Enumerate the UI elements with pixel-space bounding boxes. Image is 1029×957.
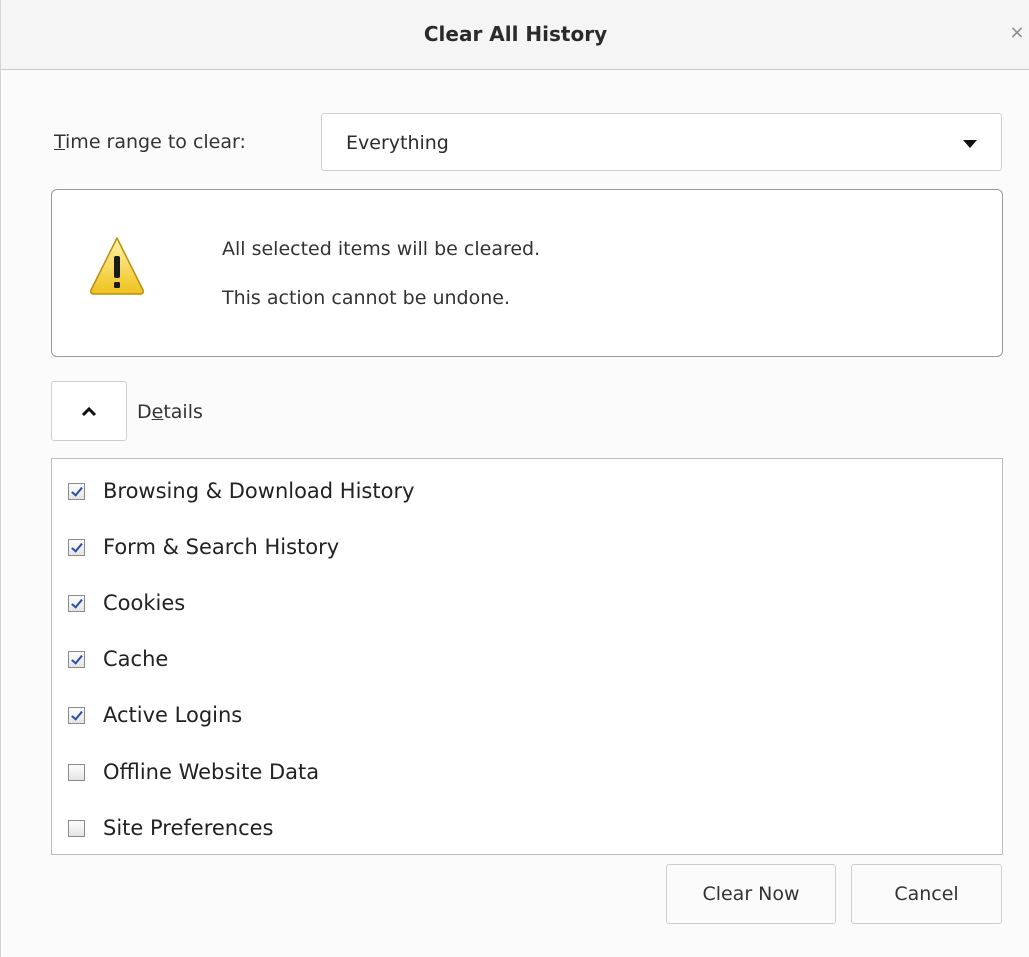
- checkbox-item-browsing-history[interactable]: Browsing & Download History: [68, 476, 415, 506]
- checkbox[interactable]: [68, 763, 85, 781]
- checkbox[interactable]: [68, 482, 85, 500]
- checkbox-label: Form & Search History: [103, 535, 340, 559]
- details-label-accel: e: [151, 401, 164, 423]
- checkbox-label: Active Logins: [103, 703, 243, 727]
- warning-message-line1: All selected items will be cleared.: [222, 238, 541, 260]
- time-range-label-accel: T: [54, 131, 66, 153]
- time-range-label-text: ime range to clear:: [65, 131, 246, 153]
- time-range-select[interactable]: Everything: [321, 113, 1002, 171]
- time-range-label: Time range to clear:: [54, 131, 246, 153]
- details-label-pre: D: [137, 401, 152, 423]
- warning-message-line2: This action cannot be undone.: [222, 287, 511, 309]
- checkbox-item-offline-website-data[interactable]: Offline Website Data: [68, 757, 319, 787]
- title-bar: Clear All History ×: [1, 0, 1029, 70]
- checkbox[interactable]: [68, 538, 85, 556]
- warning-icon: [90, 237, 144, 295]
- dialog-title: Clear All History: [423, 22, 608, 46]
- close-icon[interactable]: ×: [1008, 24, 1026, 42]
- details-label-post: tails: [163, 401, 203, 423]
- checkbox-label: Browsing & Download History: [103, 479, 415, 503]
- checkbox-item-cookies[interactable]: Cookies: [68, 588, 185, 618]
- checkbox[interactable]: [68, 706, 85, 724]
- cancel-button[interactable]: Cancel: [851, 864, 1002, 924]
- warning-box: All selected items will be cleared. This…: [51, 189, 1003, 357]
- details-toggle-button[interactable]: [51, 381, 127, 441]
- checkbox-label: Cache: [103, 647, 169, 671]
- checkbox[interactable]: [68, 819, 85, 837]
- checkbox-item-form-search-history[interactable]: Form & Search History: [68, 532, 339, 562]
- checkbox-label: Offline Website Data: [103, 760, 320, 784]
- details-label[interactable]: Details: [137, 401, 203, 423]
- checkbox-label: Cookies: [103, 591, 186, 615]
- checkbox-label: Site Preferences: [103, 816, 274, 840]
- history-items-list: Browsing & Download History Form & Searc…: [51, 458, 1003, 855]
- checkbox-item-cache[interactable]: Cache: [68, 644, 168, 674]
- chevron-up-icon: [81, 406, 97, 417]
- checkbox[interactable]: [68, 594, 85, 612]
- checkbox-item-site-preferences[interactable]: Site Preferences: [68, 813, 274, 843]
- clear-history-dialog: Clear All History × Time range to clear:…: [0, 0, 1029, 957]
- clear-now-button[interactable]: Clear Now: [666, 864, 836, 924]
- time-range-value: Everything: [346, 132, 449, 154]
- dropdown-arrow-icon: [963, 140, 977, 148]
- checkbox-item-active-logins[interactable]: Active Logins: [68, 700, 242, 730]
- checkbox[interactable]: [68, 650, 85, 668]
